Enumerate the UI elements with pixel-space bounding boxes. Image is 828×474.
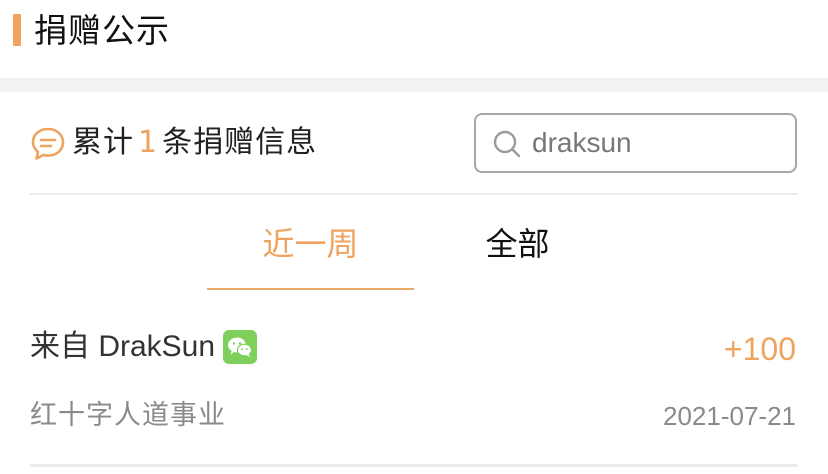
donation-project: 红十字人道事业	[30, 400, 226, 431]
summary-suffix: 条捐赠信息	[162, 125, 318, 160]
wechat-icon	[223, 330, 257, 364]
tab-recent-week[interactable]: 近一周	[207, 222, 414, 268]
tab-all[interactable]: 全部	[414, 222, 621, 268]
record-divider	[30, 464, 798, 467]
search-box[interactable]	[474, 113, 797, 173]
active-tab-indicator	[207, 288, 414, 290]
search-icon	[493, 130, 521, 158]
page-header: 捐赠公示	[0, 0, 828, 78]
donation-summary: 累计 1 条捐赠信息	[72, 122, 317, 164]
donation-count: 1	[138, 125, 159, 160]
donation-date: 2021-07-21	[663, 401, 796, 431]
section-divider	[0, 78, 828, 92]
page-title: 捐赠公示	[34, 11, 170, 50]
summary-prefix: 累计	[72, 125, 134, 160]
donation-amount: +100	[723, 331, 796, 367]
search-input[interactable]	[532, 122, 782, 164]
header-accent-bar	[13, 14, 21, 46]
chat-bubble-icon	[31, 127, 65, 160]
donor-name: 来自 DrakSun	[30, 330, 216, 363]
summary-divider	[30, 193, 798, 195]
